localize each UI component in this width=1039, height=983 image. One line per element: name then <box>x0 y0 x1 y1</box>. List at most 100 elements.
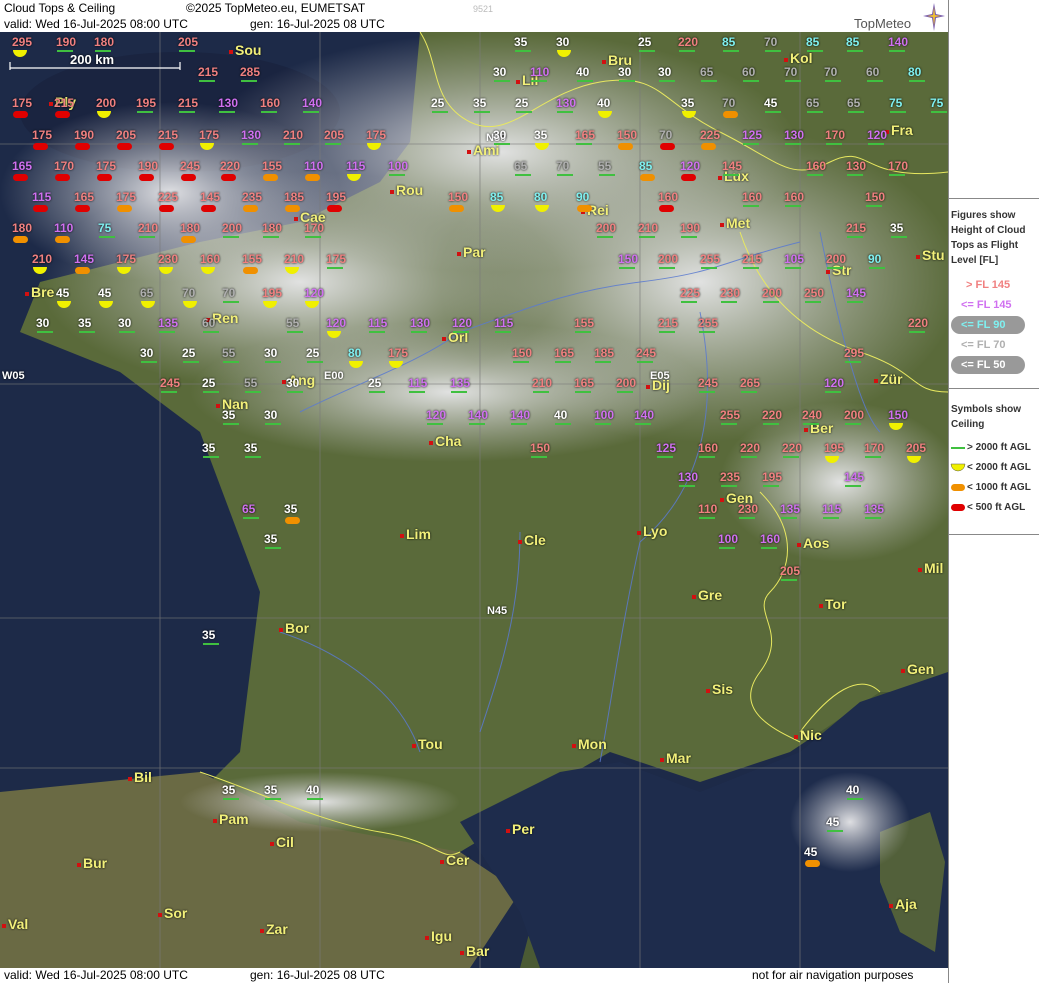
cloud-top-label: 175 <box>116 190 137 204</box>
ceiling-symbol <box>495 331 511 333</box>
ceiling-symbol <box>75 143 90 150</box>
ceiling-symbol <box>219 111 235 113</box>
ceiling-symbol <box>743 205 759 207</box>
city-label: Nic <box>794 727 822 743</box>
ceiling-symbol <box>33 143 48 150</box>
topmeteo-logo[interactable]: TopMeteo <box>850 2 945 32</box>
cloud-top-label: 55 <box>222 346 236 360</box>
ceiling-symbol <box>99 236 115 238</box>
ceiling-symbol <box>699 456 715 458</box>
ceiling-symbol <box>785 80 801 82</box>
ceiling-symbol <box>223 361 239 363</box>
legend-symbol-label: < 1000 ft AGL <box>967 482 1031 493</box>
ceiling-symbol <box>739 517 755 519</box>
ceiling-symbol <box>823 517 839 519</box>
cloud-top-label: 100 <box>718 532 739 546</box>
cloud-top-label: 295 <box>844 346 865 360</box>
cloud-top-label: 150 <box>865 190 886 204</box>
ceiling-symbol <box>618 143 633 150</box>
cloud-top-label: 255 <box>698 316 719 330</box>
cloud-top-label: 45 <box>826 815 840 829</box>
cloud-top-label: 225 <box>680 286 701 300</box>
cloud-top-label: 215 <box>846 221 867 235</box>
cloud-top-label: 115 <box>346 159 366 173</box>
ceiling-symbol <box>284 143 300 145</box>
ceiling-symbol <box>723 50 739 52</box>
ceiling-symbol <box>619 267 635 269</box>
cloud-top-label: 135 <box>158 316 179 330</box>
ceiling-symbol <box>781 579 797 581</box>
ceiling-symbol <box>845 361 861 363</box>
ceiling-symbol <box>263 236 279 238</box>
ceiling-symbol <box>847 174 863 176</box>
ceiling-symbol <box>576 143 592 145</box>
ceiling-symbol <box>763 485 779 487</box>
generated-time: gen: 16-Jul-2025 08 UTC <box>250 17 385 31</box>
city-label: Fra <box>885 122 913 138</box>
cloud-top-label: 175 <box>116 252 137 266</box>
ceiling-symbol <box>723 111 738 118</box>
map-title: Cloud Tops & Ceiling <box>4 1 116 15</box>
cloud-top-label: 180 <box>12 221 33 235</box>
ceiling-symbol <box>243 517 259 519</box>
cloud-top-label: 85 <box>806 35 820 49</box>
ceiling-symbol <box>845 485 861 487</box>
cloud-top-label: 145 <box>722 159 743 173</box>
city-label: Bur <box>77 855 107 871</box>
ceiling-symbol <box>785 143 801 145</box>
ceiling-symbol <box>411 331 427 333</box>
cloud-top-label: 215 <box>198 65 219 79</box>
cloud-top-label: 70 <box>722 96 736 110</box>
cloud-top-label: 75 <box>98 221 112 235</box>
ceiling-symbol <box>13 236 28 243</box>
ceiling-symbol <box>763 301 779 303</box>
cloud-top-label: 190 <box>74 128 95 142</box>
cloud-top-label: 25 <box>182 346 196 360</box>
cloud-top-label: 65 <box>700 65 714 79</box>
ceiling-symbol <box>781 517 797 519</box>
ceiling-symbol <box>243 205 258 212</box>
legend-level: <= FL 145 <box>961 299 1012 311</box>
ceiling-symbol <box>531 456 547 458</box>
cloud-top-label: 140 <box>302 96 323 110</box>
ceiling-symbol <box>659 267 675 269</box>
legend-figures-line: Level [FL] <box>951 255 999 266</box>
cloud-top-label: 30 <box>286 376 300 390</box>
city-label: Met <box>720 215 750 231</box>
legend-level: <= FL 50 <box>961 359 1006 371</box>
cloud-top-label: 240 <box>802 408 823 422</box>
ceiling-symbol <box>805 301 821 303</box>
ceiling-symbol <box>681 236 697 238</box>
ceiling-symbol <box>847 301 863 303</box>
cloud-top-label: 230 <box>158 252 179 266</box>
ceiling-symbol <box>451 391 467 393</box>
city-label: Cil <box>270 834 294 850</box>
cloud-top-label: 80 <box>348 346 362 360</box>
ceiling-symbol <box>75 267 90 274</box>
cloud-top-label: 70 <box>659 128 673 142</box>
cloud-top-label: 40 <box>597 96 611 110</box>
cloud-top-label: 30 <box>493 65 507 79</box>
valid-time: valid: Wed 16-Jul-2025 08:00 UTC <box>4 17 188 31</box>
cloud-top-label: 85 <box>639 159 653 173</box>
ceiling-symbol <box>516 111 532 113</box>
ceiling-symbol <box>242 143 258 145</box>
cloud-top-label: 220 <box>762 408 783 422</box>
satellite-map[interactable]: 200 km W05 E00 E05 N50 N45 Sou Bru Kol L… <box>0 32 948 968</box>
cloud-top-label: 150 <box>530 441 551 455</box>
cloud-top-label: 105 <box>784 252 805 266</box>
cloud-top-label: 135 <box>450 376 471 390</box>
ceiling-symbol <box>531 80 547 82</box>
ceiling-symbol <box>577 205 592 212</box>
cloud-top-label: 35 <box>284 502 298 516</box>
ceiling-symbol <box>639 236 655 238</box>
cloud-top-label: 35 <box>264 783 278 797</box>
cloud-top-label: 135 <box>780 502 801 516</box>
city-label: Pam <box>213 811 249 827</box>
ceiling-symbol <box>432 111 448 113</box>
cloud-top-label: 30 <box>658 65 672 79</box>
city-label: Mon <box>572 736 607 752</box>
ceiling-symbol <box>803 423 819 425</box>
cloud-top-label: 115 <box>494 316 514 330</box>
cloud-top-label: 235 <box>720 470 741 484</box>
